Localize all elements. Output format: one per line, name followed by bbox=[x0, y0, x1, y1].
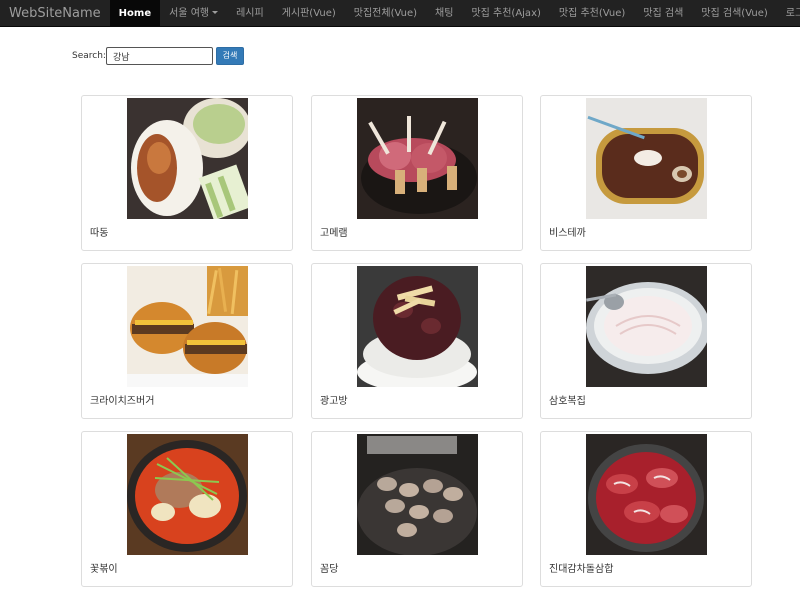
nav-item-seoul-travel[interactable]: 서울 여행 bbox=[160, 0, 227, 27]
restaurant-card[interactable]: 비스테까 bbox=[540, 95, 752, 251]
nav-item-search-vue[interactable]: 맛집 검색(Vue) bbox=[692, 0, 776, 27]
site-brand[interactable]: WebSiteName bbox=[0, 0, 110, 27]
nav-item-chat[interactable]: 채팅 bbox=[426, 0, 462, 27]
nav-item-board-vue[interactable]: 게시판(Vue) bbox=[273, 0, 345, 27]
restaurant-card[interactable]: 따동 bbox=[81, 95, 293, 251]
top-navbar: WebSiteName Home 서울 여행 레시피 게시판(Vue) 맛집전체… bbox=[0, 0, 800, 27]
restaurant-card[interactable]: 꼼당 bbox=[311, 431, 523, 587]
restaurant-name: 크라이치즈버거 bbox=[90, 396, 155, 407]
restaurant-name: 진대감차돌삼합 bbox=[549, 564, 614, 575]
search-form: Search: 검색 bbox=[72, 47, 244, 65]
food-photo[interactable] bbox=[586, 98, 707, 219]
restaurant-name: 고메램 bbox=[320, 228, 348, 239]
restaurant-card[interactable]: 크라이치즈버거 bbox=[81, 263, 293, 419]
food-photo[interactable] bbox=[586, 266, 707, 387]
nav-item-login[interactable]: 로그인 bbox=[777, 0, 800, 27]
nav-menu: Home 서울 여행 레시피 게시판(Vue) 맛집전체(Vue) 채팅 맛집 … bbox=[109, 0, 800, 27]
nav-item-search[interactable]: 맛집 검색 bbox=[634, 0, 692, 27]
restaurant-card[interactable]: 꽃볶이 bbox=[81, 431, 293, 587]
food-photo[interactable] bbox=[357, 98, 478, 219]
food-photo[interactable] bbox=[357, 266, 478, 387]
restaurant-card[interactable]: 고메램 bbox=[311, 95, 523, 251]
restaurant-name: 광고방 bbox=[320, 396, 348, 407]
restaurant-name: 꽃볶이 bbox=[90, 564, 118, 575]
caret-down-icon bbox=[212, 11, 219, 14]
nav-item-restaurants-all-vue[interactable]: 맛집전체(Vue) bbox=[345, 0, 426, 27]
restaurant-name: 꼼당 bbox=[320, 564, 339, 575]
search-label: Search: bbox=[72, 51, 106, 61]
food-photo[interactable] bbox=[586, 434, 707, 555]
restaurant-card[interactable]: 광고방 bbox=[311, 263, 523, 419]
restaurant-name: 따동 bbox=[90, 228, 109, 239]
nav-item-home[interactable]: Home bbox=[109, 0, 161, 27]
nav-item-seoul-travel-label: 서울 여행 bbox=[169, 7, 210, 19]
restaurant-card[interactable]: 삼호복집 bbox=[540, 263, 752, 419]
nav-item-recipe[interactable]: 레시피 bbox=[227, 0, 273, 27]
food-photo[interactable] bbox=[357, 434, 478, 555]
nav-item-recommend-vue[interactable]: 맛집 추천(Vue) bbox=[550, 0, 634, 27]
food-photo[interactable] bbox=[127, 98, 248, 219]
search-button[interactable]: 검색 bbox=[215, 47, 244, 65]
search-input[interactable] bbox=[105, 47, 213, 65]
nav-item-recommend-ajax[interactable]: 맛집 추천(Ajax) bbox=[462, 0, 549, 27]
restaurant-name: 비스테까 bbox=[549, 228, 586, 239]
food-photo[interactable] bbox=[127, 266, 248, 387]
restaurant-card[interactable]: 진대감차돌삼합 bbox=[540, 431, 752, 587]
restaurant-name: 삼호복집 bbox=[549, 396, 586, 407]
food-photo[interactable] bbox=[127, 434, 248, 555]
